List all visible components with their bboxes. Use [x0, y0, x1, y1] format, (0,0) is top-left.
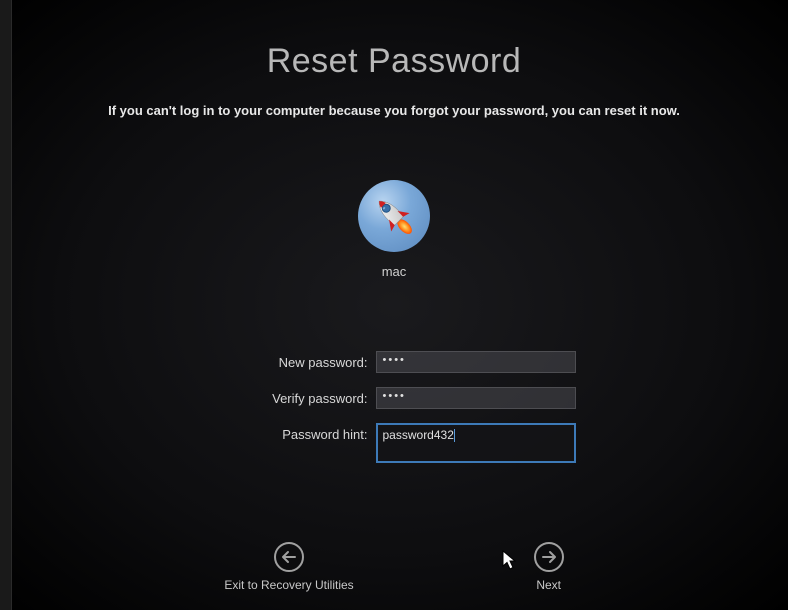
page-subtitle: If you can't log in to your computer bec…	[108, 103, 680, 118]
exit-button[interactable]: Exit to Recovery Utilities	[224, 542, 353, 592]
next-button[interactable]: Next	[534, 542, 564, 592]
arrow-left-icon	[274, 542, 304, 572]
page-title: Reset Password	[267, 42, 522, 81]
new-password-row: New password: ••••	[213, 351, 576, 373]
password-hint-field[interactable]: password432	[376, 423, 576, 463]
password-hint-row: Password hint: password432	[213, 423, 576, 463]
text-caret	[454, 429, 455, 442]
new-password-field[interactable]: ••••	[376, 351, 576, 373]
new-password-label: New password:	[213, 351, 368, 370]
main-container: Reset Password If you can't log in to yo…	[0, 0, 788, 610]
verify-password-field[interactable]: ••••	[376, 387, 576, 409]
verify-password-row: Verify password: ••••	[213, 387, 576, 409]
exit-button-label: Exit to Recovery Utilities	[224, 578, 353, 592]
bottom-navigation: Exit to Recovery Utilities Next	[0, 542, 788, 592]
rocket-icon	[367, 189, 421, 243]
arrow-right-icon	[534, 542, 564, 572]
user-avatar-section: mac	[358, 180, 430, 279]
password-hint-label: Password hint:	[213, 423, 368, 442]
window-edge	[0, 0, 12, 610]
verify-password-label: Verify password:	[213, 387, 368, 406]
password-form: New password: •••• Verify password: ••••…	[213, 351, 576, 463]
avatar	[358, 180, 430, 252]
username-label: mac	[382, 264, 407, 279]
next-button-label: Next	[536, 578, 561, 592]
